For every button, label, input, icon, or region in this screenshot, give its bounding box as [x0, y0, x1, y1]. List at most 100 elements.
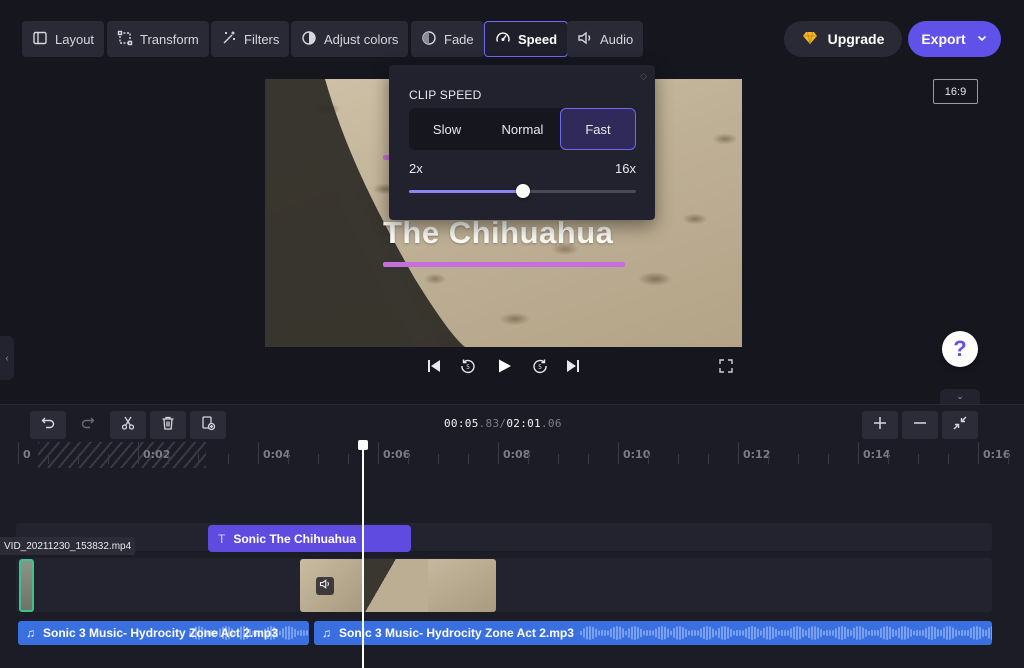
ruler-tick [858, 442, 859, 464]
layout-label: Layout [55, 31, 95, 47]
rewind-5s-button[interactable]: 5 [457, 357, 479, 379]
ruler-tick-label: 0:12 [743, 448, 771, 461]
clip-audio-badge[interactable] [316, 577, 334, 595]
ruler-minor-tick [438, 454, 439, 464]
video-clip-selected[interactable] [19, 559, 34, 612]
layout-button[interactable]: Layout [22, 21, 105, 57]
side-panel-toggle[interactable]: ‹ [0, 336, 14, 380]
speed-option-slow[interactable]: Slow [409, 108, 485, 150]
undo-icon [40, 415, 56, 436]
ruler-minor-tick [648, 454, 649, 464]
undo-button[interactable] [30, 411, 66, 439]
skip-forward-icon [564, 357, 582, 380]
help-button[interactable]: ? [942, 331, 978, 367]
ruler-minor-tick [108, 454, 109, 464]
split-button[interactable] [110, 411, 146, 439]
ruler-minor-tick [78, 454, 79, 464]
redo-button[interactable] [70, 411, 106, 439]
fullscreen-button[interactable] [715, 357, 737, 379]
text-clip[interactable]: T Sonic The Chihuahua [208, 525, 411, 552]
drag-handle-icon[interactable]: ◇ [640, 71, 647, 82]
ruler-minor-tick [468, 454, 469, 464]
zoom-out-button[interactable] [902, 411, 938, 439]
total-time-frac: .06 [540, 417, 562, 430]
audio-clip-name: Sonic 3 Music- Hydrocity Zone Act 2.mp3 [339, 626, 574, 640]
minus-icon [912, 415, 928, 436]
transform-button[interactable]: Transform [107, 21, 209, 57]
play-icon [495, 357, 513, 380]
ruler-minor-tick [948, 454, 949, 464]
speed-slider[interactable] [409, 184, 636, 198]
speed-button[interactable]: Speed [484, 21, 569, 57]
ruler-tick-label: 0:10 [623, 448, 651, 461]
forward-5s-button[interactable]: 5 [529, 357, 551, 379]
ruler-minor-tick [408, 454, 409, 464]
add-clip-icon [200, 415, 216, 436]
music-note-icon: ♫ [322, 626, 331, 640]
ruler-minor-tick [288, 454, 289, 464]
current-time: 00:05 [444, 417, 479, 430]
magic-wand-icon [221, 30, 237, 49]
skip-to-end-button[interactable] [562, 357, 584, 379]
aspect-ratio-button[interactable]: 16:9 [933, 79, 978, 104]
video-file-label: VID_20211230_153832.mp4 [0, 537, 136, 555]
upgrade-button[interactable]: Upgrade [784, 21, 902, 57]
diamond-icon [802, 31, 818, 48]
audio-button[interactable]: Audio [567, 21, 644, 57]
speaker-icon [577, 30, 593, 49]
ruler-minor-tick [168, 454, 169, 464]
collapse-arrows-icon [952, 415, 968, 436]
duplicate-button[interactable] [190, 411, 226, 439]
ruler-minor-tick [708, 454, 709, 464]
speed-option-fast[interactable]: Fast [560, 108, 636, 150]
delete-button[interactable] [150, 411, 186, 439]
collapse-timeline-button[interactable]: ⌄ [940, 389, 980, 404]
playhead-handle[interactable] [358, 440, 368, 450]
ruler-tick [618, 442, 619, 464]
title-underline [383, 262, 625, 267]
ruler-minor-tick [918, 454, 919, 464]
fade-icon [421, 30, 437, 49]
adjust-colors-button[interactable]: Adjust colors [291, 21, 409, 57]
overlay-title-text[interactable]: The Chihuahua [383, 215, 613, 251]
transform-label: Transform [140, 31, 199, 47]
redo-icon [80, 415, 96, 436]
video-clip[interactable] [300, 559, 496, 612]
timecode: 00:05.83/02:01.06 [444, 417, 562, 430]
speed-option-normal[interactable]: Normal [485, 108, 560, 150]
play-button[interactable] [493, 357, 515, 379]
chevron-down-icon [976, 31, 988, 47]
ruler-tick [978, 442, 979, 464]
clip-speed-panel: ◇ CLIP SPEED Slow Normal Fast 2x 16x [389, 65, 655, 220]
text-track [16, 523, 992, 551]
video-thumbnail [428, 559, 496, 612]
video-editor: Layout Transform Filters Adjust colors F… [0, 0, 1024, 668]
speed-min-label: 2x [409, 161, 423, 176]
chevron-down-small-icon: ⌄ [956, 391, 964, 401]
fullscreen-icon [717, 357, 735, 380]
audio-clip[interactable]: ♫ Sonic 3 Music- Hydrocity Zone Act 2.mp… [314, 621, 992, 645]
layout-icon [32, 30, 48, 49]
ruler-minor-tick [828, 454, 829, 464]
ruler-tick [138, 442, 139, 464]
ruler-minor-tick [198, 454, 199, 464]
ruler-tick-label: 0:02 [143, 448, 171, 461]
ruler-tick-label: 0:06 [383, 448, 411, 461]
fade-button[interactable]: Fade [411, 21, 484, 57]
svg-text:5: 5 [466, 364, 470, 371]
audio-clip[interactable]: ♫ Sonic 3 Music- Hydrocity Zone Act 2.mp… [18, 621, 309, 645]
speedometer-icon [495, 30, 511, 49]
skip-to-start-button[interactable] [423, 357, 445, 379]
time-ruler[interactable]: 0 0:02 0:04 0:06 0:08 0:10 0:12 0:14 0:16 [0, 442, 1024, 470]
text-type-icon: T [218, 531, 226, 546]
filters-label: Filters [244, 31, 280, 47]
ruler-tick [738, 442, 739, 464]
zoom-in-button[interactable] [862, 411, 898, 439]
export-button[interactable]: Export [908, 21, 1001, 57]
ruler-minor-tick [318, 454, 319, 464]
ruler-tick [498, 442, 499, 464]
speed-slider-thumb[interactable] [515, 184, 530, 198]
timeline-panel: 00:05.83/02:01.06 0 0:02 0:04 0:06 0:08 0:10 0… [0, 404, 1024, 668]
fit-timeline-button[interactable] [942, 411, 978, 439]
filters-button[interactable]: Filters [211, 21, 290, 57]
